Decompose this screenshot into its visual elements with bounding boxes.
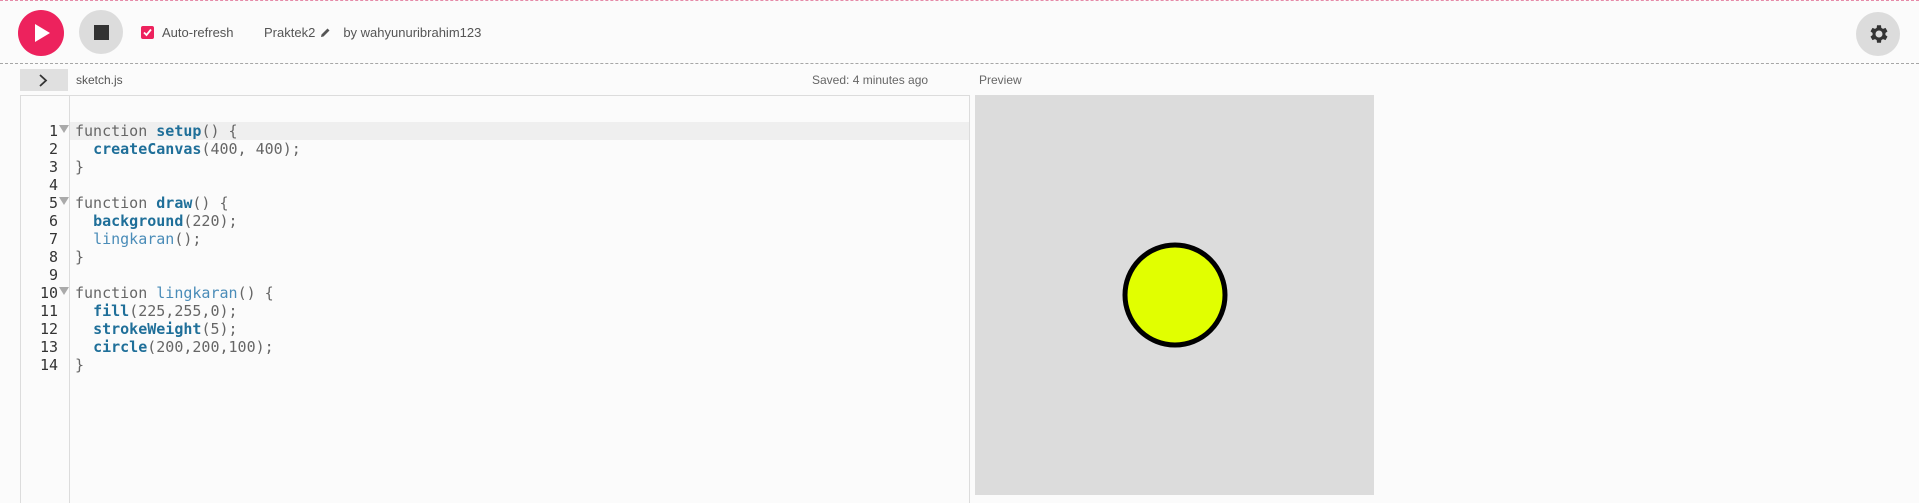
code-line[interactable]: 12 strokeWeight(5);	[21, 320, 969, 338]
code-token: setup	[156, 122, 202, 140]
code-line[interactable]: 11 fill(225,255,0);	[21, 302, 969, 320]
code-text: }	[75, 158, 84, 176]
code-token: function	[75, 194, 157, 212]
code-text: }	[75, 356, 84, 374]
code-line[interactable]: 4	[21, 176, 969, 194]
code-line[interactable]: 2 createCanvas(400, 400);	[21, 140, 969, 158]
code-text: function lingkaran() {	[75, 284, 274, 302]
code-line[interactable]: 1 function setup() {	[21, 122, 969, 140]
code-token: draw	[156, 194, 193, 212]
code-token: function	[75, 284, 157, 302]
line-number: 7	[48, 230, 58, 248]
sidebar-toggle-button[interactable]	[20, 69, 68, 91]
play-button[interactable]	[18, 10, 64, 56]
code-token: strokeWeight	[93, 320, 202, 338]
code-line[interactable]: 3}	[21, 158, 969, 176]
preview-circle	[1122, 242, 1228, 348]
code-line[interactable]: 14}	[21, 356, 969, 374]
gear-icon	[1870, 25, 1888, 43]
project-author[interactable]: by wahyunuribrahim123	[343, 25, 481, 40]
code-token: () {	[237, 284, 274, 302]
auto-refresh-checkbox[interactable]	[141, 26, 154, 39]
code-token: fill	[93, 302, 130, 320]
line-number: 4	[48, 176, 58, 194]
editor-filename: sketch.js	[76, 73, 123, 87]
code-token: circle	[93, 338, 148, 356]
line-number: 9	[48, 266, 58, 284]
project-name[interactable]: Praktek2	[264, 25, 315, 40]
code-line[interactable]: 9	[21, 266, 969, 284]
code-line[interactable]: 7 lingkaran();	[21, 230, 969, 248]
code-text: }	[75, 248, 84, 266]
stop-button[interactable]	[79, 10, 123, 54]
line-number: 1	[48, 122, 58, 140]
code-line[interactable]: 8}	[21, 248, 969, 266]
code-token: (400, 400);	[201, 140, 301, 158]
code-token: }	[75, 356, 85, 374]
line-number: 11	[39, 302, 58, 320]
code-token: (5);	[201, 320, 238, 338]
fold-arrow-icon[interactable]	[59, 125, 69, 133]
settings-button[interactable]	[1856, 12, 1900, 56]
code-line[interactable]: 5 function draw() {	[21, 194, 969, 212]
code-token: () {	[201, 122, 238, 140]
fold-arrow-icon[interactable]	[59, 287, 69, 295]
code-token: (220);	[183, 212, 238, 230]
code-text: lingkaran();	[75, 230, 201, 248]
line-number: 6	[48, 212, 58, 230]
code-token: }	[75, 158, 85, 176]
line-number: 8	[48, 248, 58, 266]
code-token: () {	[192, 194, 229, 212]
code-text: background(220);	[75, 212, 238, 230]
saved-status: Saved: 4 minutes ago	[812, 73, 929, 87]
code-token: function	[75, 122, 157, 140]
project-info: Praktek2 by wahyunuribrahim123	[264, 25, 481, 40]
pencil-icon[interactable]	[320, 27, 331, 38]
code-token: (225,255,0);	[129, 302, 238, 320]
toolbar: Auto-refresh Praktek2 by wahyunuribrahim…	[0, 1, 1919, 64]
fold-arrow-icon[interactable]	[59, 197, 69, 205]
line-number: 2	[48, 140, 58, 158]
auto-refresh-toggle[interactable]: Auto-refresh	[141, 25, 234, 40]
code-text: strokeWeight(5);	[75, 320, 238, 338]
line-number: 14	[39, 356, 58, 374]
code-text: fill(225,255,0);	[75, 302, 238, 320]
line-number: 3	[48, 158, 58, 176]
line-number: 13	[39, 338, 58, 356]
auto-refresh-label: Auto-refresh	[162, 25, 234, 40]
code-token: background	[93, 212, 184, 230]
preview-label: Preview	[979, 73, 1022, 87]
code-text: function setup() {	[75, 122, 238, 140]
code-line[interactable]: 13 circle(200,200,100);	[21, 338, 969, 356]
code-token: (200,200,100);	[147, 338, 274, 356]
chevron-right-icon	[39, 74, 48, 87]
code-token: }	[75, 248, 85, 266]
code-text: function draw() {	[75, 194, 229, 212]
code-token: lingkaran	[93, 230, 175, 248]
line-number: 12	[39, 320, 58, 338]
play-icon	[35, 24, 50, 42]
preview-canvas[interactable]	[975, 95, 1374, 495]
code-text: circle(200,200,100);	[75, 338, 274, 356]
code-text: createCanvas(400, 400);	[75, 140, 301, 158]
code-line[interactable]: 10 function lingkaran() {	[21, 284, 969, 302]
line-number: 10	[39, 284, 58, 302]
preview-svg	[1122, 242, 1228, 348]
line-number: 5	[48, 194, 58, 212]
code-line[interactable]: 6 background(220);	[21, 212, 969, 230]
checkmark-icon	[143, 28, 152, 37]
code-token: lingkaran	[156, 284, 238, 302]
code-editor[interactable]: 1 function setup() {2 createCanvas(400, 4…	[20, 95, 970, 503]
code-token: createCanvas	[93, 140, 202, 158]
code-token: ();	[174, 230, 202, 248]
stop-icon	[94, 25, 109, 40]
